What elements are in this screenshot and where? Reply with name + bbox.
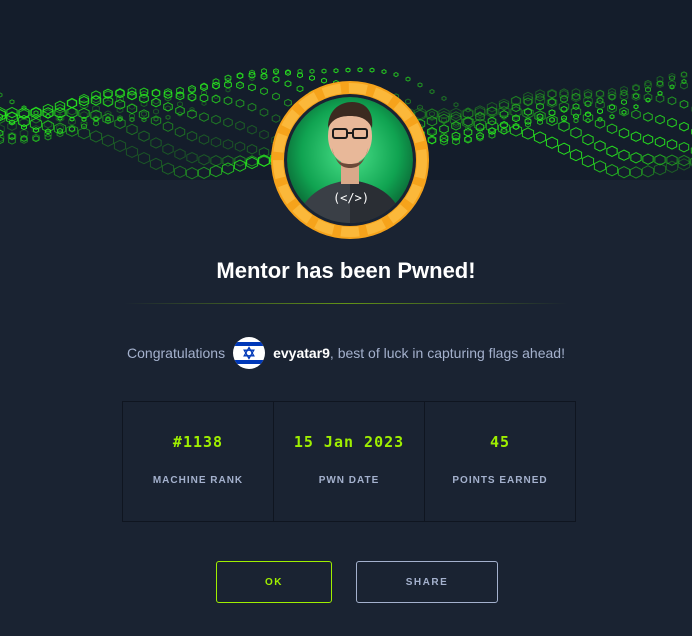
stat-value: 45 [489, 433, 511, 451]
stat-points-earned: 45 POINTS EARNED [425, 402, 575, 521]
machine-avatar-icon: (</>) [271, 81, 429, 239]
share-button[interactable]: SHARE [356, 561, 498, 603]
congratulations-message: Congratulations evyatar9, best of luck i… [0, 337, 692, 369]
username-link[interactable]: evyatar9 [273, 345, 330, 361]
stats-panel: #1138 MACHINE RANK 15 Jan 2023 PWN DATE … [122, 401, 576, 522]
congrats-prefix: Congratulations [127, 345, 226, 361]
divider [124, 303, 568, 304]
stat-value: 15 Jan 2023 [293, 433, 405, 451]
stat-label: PWN DATE [318, 475, 380, 486]
machine-avatar: (</>) [270, 80, 430, 240]
stat-machine-rank: #1138 MACHINE RANK [123, 402, 274, 521]
avatar-badge-text: (</>) [333, 191, 369, 205]
israel-flag-icon [233, 337, 266, 369]
stat-label: MACHINE RANK [152, 475, 244, 486]
stat-value: #1138 [172, 433, 224, 451]
stat-label: POINTS EARNED [452, 475, 548, 486]
ok-button[interactable]: OK [216, 561, 332, 603]
stat-pwn-date: 15 Jan 2023 PWN DATE [274, 402, 425, 521]
congrats-suffix: , best of luck in capturing flags ahead! [329, 345, 565, 361]
page-title: Mentor has been Pwned! [216, 258, 476, 283]
